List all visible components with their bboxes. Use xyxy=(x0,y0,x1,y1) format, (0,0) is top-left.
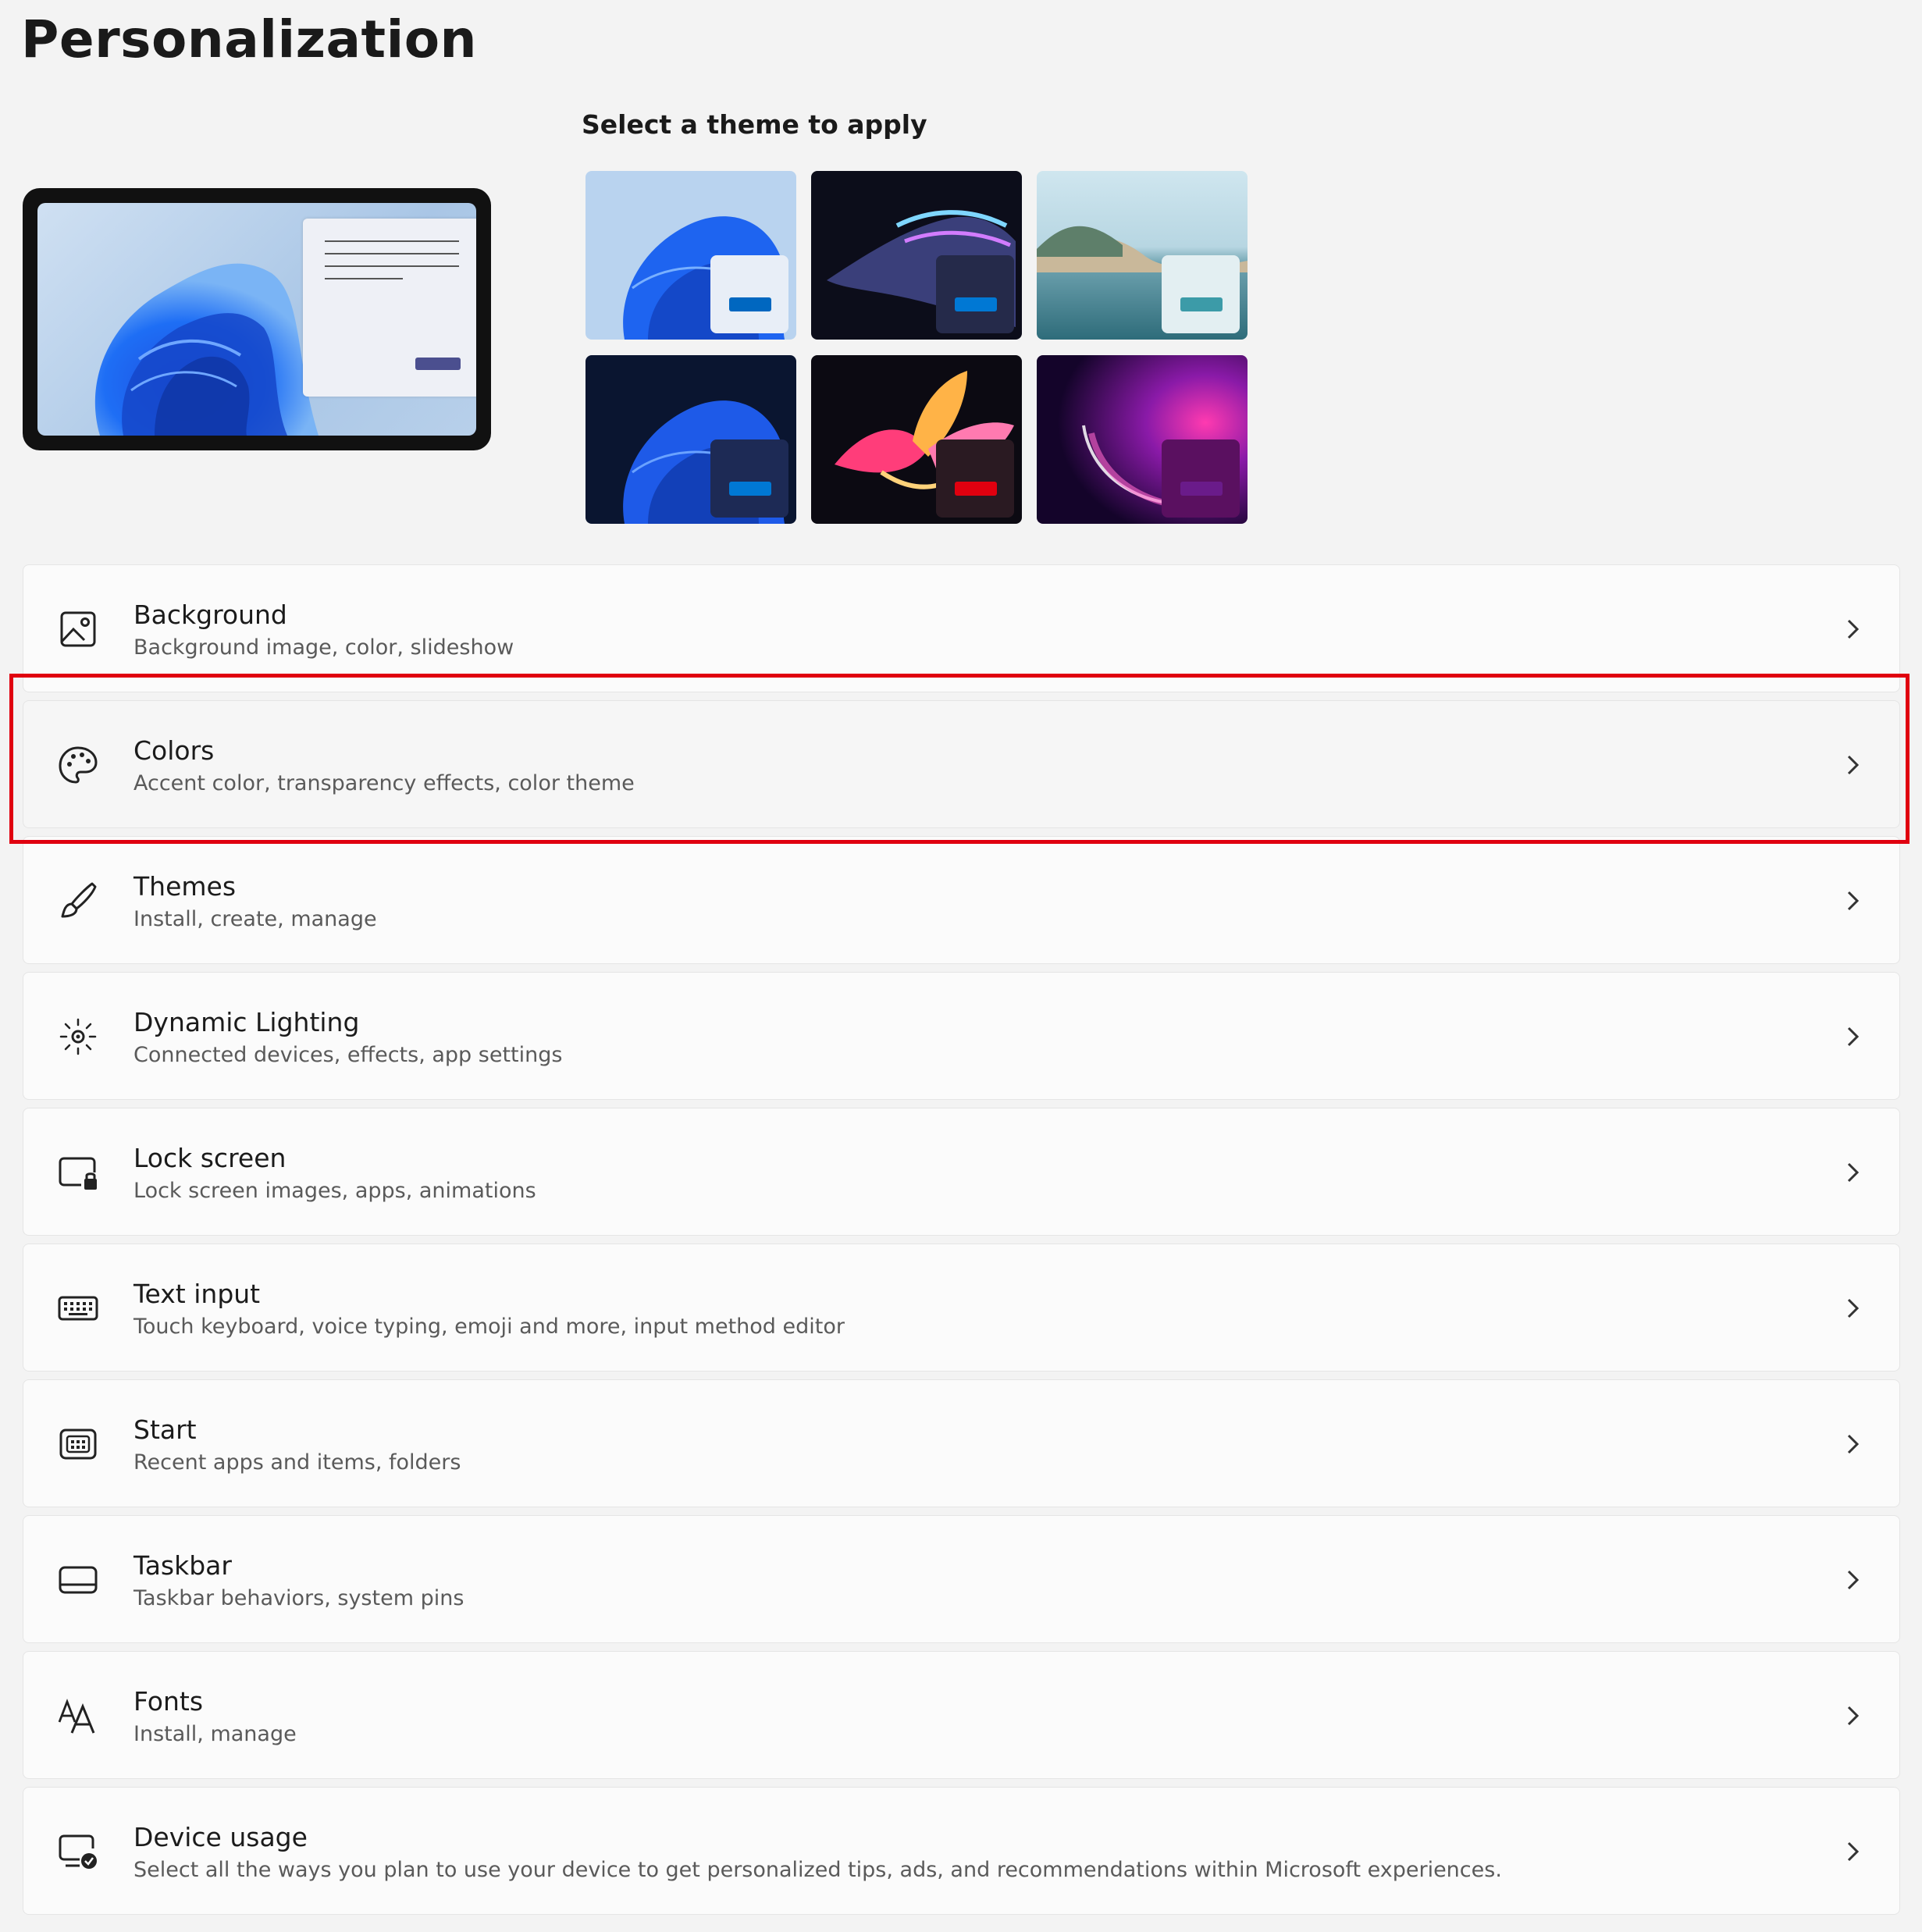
theme-tile[interactable] xyxy=(811,355,1022,524)
setting-start[interactable]: Start Recent apps and items, folders xyxy=(23,1379,1900,1507)
setting-title: Background xyxy=(133,600,287,630)
page-title: Personalization xyxy=(21,9,478,69)
setting-subtitle: Select all the ways you plan to use your… xyxy=(133,1858,1502,1882)
theme-tile[interactable] xyxy=(585,171,796,340)
setting-device-usage[interactable]: Device usage Select all the ways you pla… xyxy=(23,1787,1900,1915)
setting-taskbar[interactable]: Taskbar Taskbar behaviors, system pins xyxy=(23,1515,1900,1643)
setting-subtitle: Touch keyboard, voice typing, emoji and … xyxy=(133,1315,845,1339)
setting-subtitle: Recent apps and items, folders xyxy=(133,1450,461,1475)
theme-tile[interactable] xyxy=(1037,171,1248,340)
start-menu-icon xyxy=(59,1429,97,1460)
theme-section-heading: Select a theme to apply xyxy=(582,109,927,140)
setting-title: Lock screen xyxy=(133,1143,287,1173)
chevron-right-icon xyxy=(1847,1570,1860,1590)
keyboard-icon xyxy=(58,1296,98,1321)
setting-subtitle: Install, create, manage xyxy=(133,907,377,931)
fonts-icon xyxy=(58,1699,95,1734)
setting-subtitle: Connected devices, effects, app settings xyxy=(133,1043,563,1067)
sparkle-icon xyxy=(59,1018,97,1055)
lock-screen-icon xyxy=(59,1157,97,1190)
setting-dynamic-lighting[interactable]: Dynamic Lighting Connected devices, effe… xyxy=(23,972,1900,1100)
setting-subtitle: Background image, color, slideshow xyxy=(133,635,514,660)
setting-subtitle: Install, manage xyxy=(133,1722,297,1746)
setting-subtitle: Taskbar behaviors, system pins xyxy=(133,1586,464,1610)
brush-icon xyxy=(61,882,97,918)
chevron-right-icon xyxy=(1847,619,1860,639)
image-icon xyxy=(60,611,96,647)
theme-tile[interactable] xyxy=(585,355,796,524)
setting-title: Taskbar xyxy=(133,1550,232,1581)
setting-title: Text input xyxy=(133,1279,261,1309)
setting-title: Dynamic Lighting xyxy=(133,1007,360,1037)
setting-lock-screen[interactable]: Lock screen Lock screen images, apps, an… xyxy=(23,1108,1900,1236)
setting-title: Device usage xyxy=(133,1822,308,1852)
chevron-right-icon xyxy=(1847,1298,1860,1318)
theme-tile[interactable] xyxy=(811,171,1022,340)
taskbar-icon xyxy=(59,1566,98,1594)
setting-title: Themes xyxy=(133,871,237,902)
setting-subtitle: Lock screen images, apps, animations xyxy=(133,1179,536,1203)
setting-title: Start xyxy=(133,1414,197,1445)
device-usage-icon xyxy=(59,1834,97,1869)
chevron-right-icon xyxy=(1847,1026,1860,1047)
preview-screen xyxy=(37,203,476,436)
setting-fonts[interactable]: Fonts Install, manage xyxy=(23,1651,1900,1779)
setting-themes[interactable]: Themes Install, create, manage xyxy=(23,836,1900,964)
setting-text-input[interactable]: Text input Touch keyboard, voice typing,… xyxy=(23,1244,1900,1372)
chevron-right-icon xyxy=(1847,1841,1860,1862)
chevron-right-icon xyxy=(1847,1706,1860,1726)
preview-window xyxy=(303,219,476,397)
theme-tile[interactable] xyxy=(1037,355,1248,524)
chevron-right-icon xyxy=(1847,891,1860,911)
theme-preview xyxy=(23,188,491,450)
chevron-right-icon xyxy=(1847,1434,1860,1454)
chevron-right-icon xyxy=(1847,1162,1860,1183)
setting-title: Fonts xyxy=(133,1686,204,1717)
highlight-box xyxy=(9,674,1910,844)
